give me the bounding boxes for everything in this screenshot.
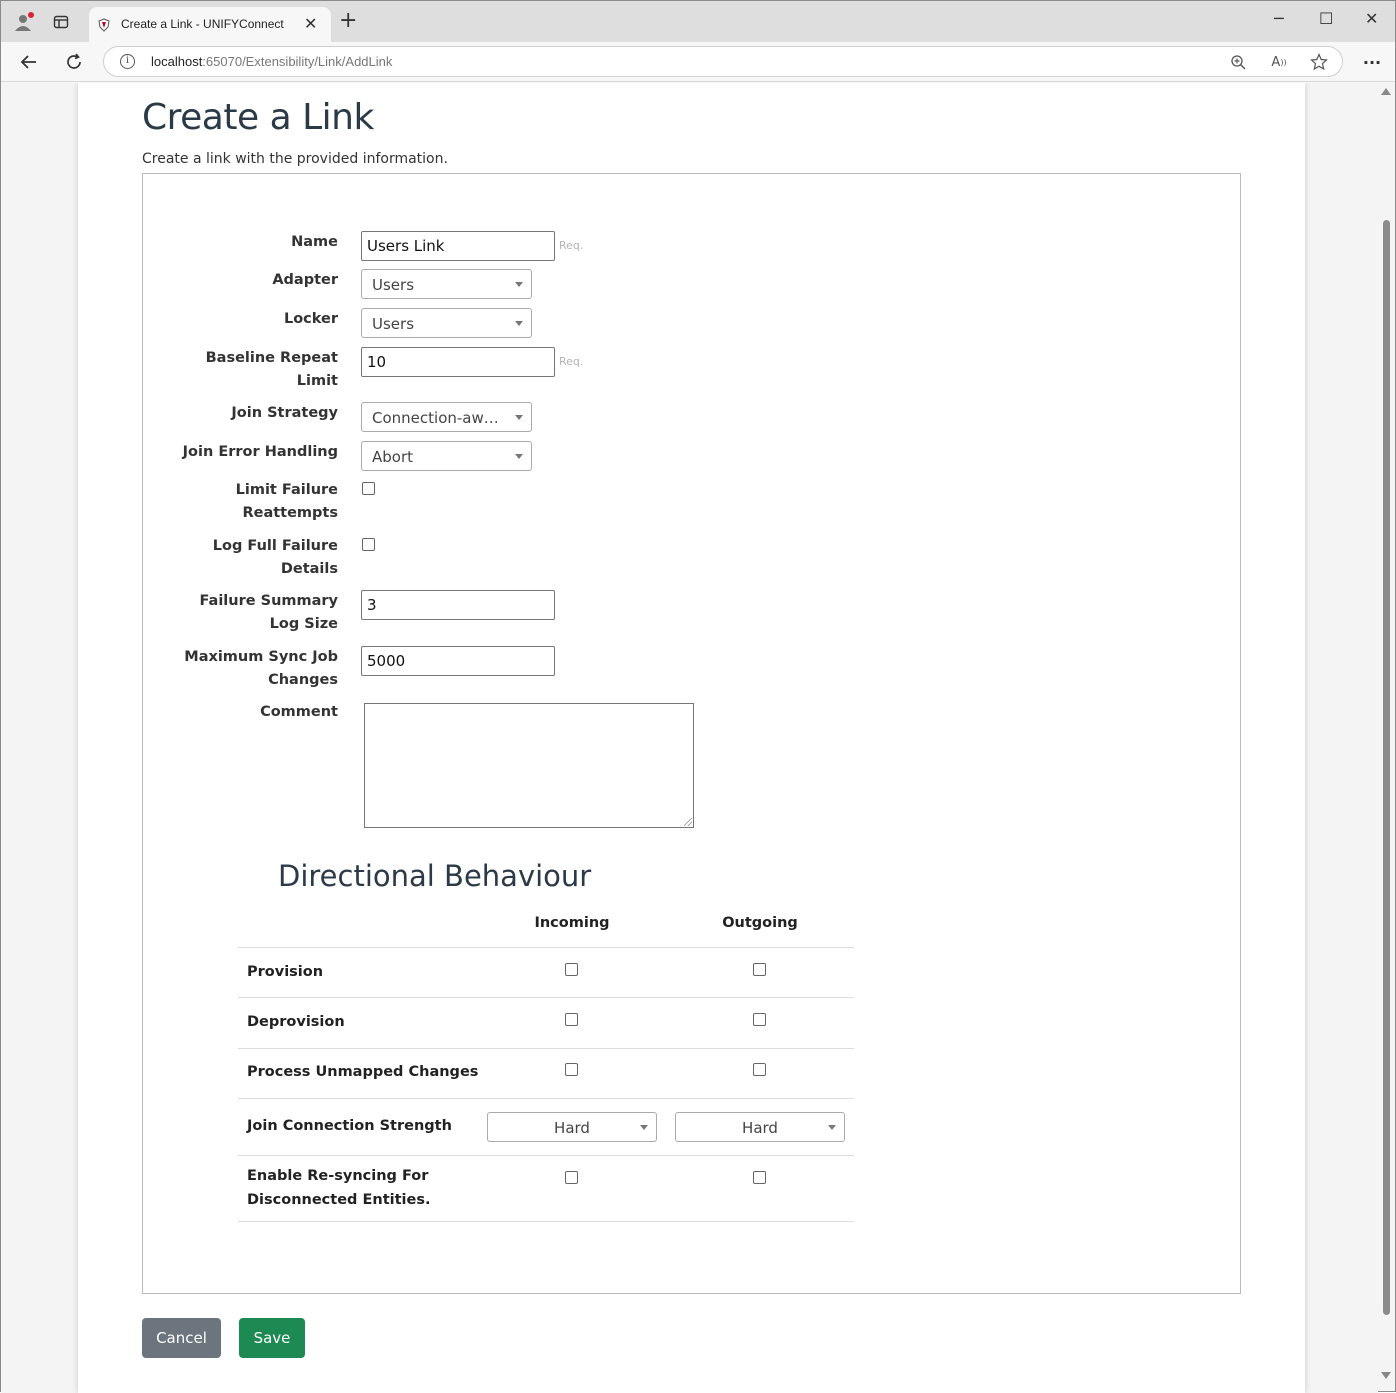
browser-window: Create a Link - UNIFYConnect ✕ + ─ ☐ ✕ i…: [0, 0, 1396, 1393]
failure-summary-log-size-input[interactable]: 3: [361, 590, 555, 620]
name-input[interactable]: Users Link: [361, 231, 555, 261]
tab-close-icon[interactable]: ✕: [304, 14, 317, 33]
chevron-down-icon: [515, 282, 523, 287]
minimize-icon[interactable]: ─: [1274, 9, 1284, 28]
deprovision-outgoing-checkbox[interactable]: [753, 1013, 766, 1026]
join-strategy-select-value: Connection-awar...: [372, 409, 507, 427]
name-required-hint: Req.: [559, 239, 584, 252]
chevron-down-icon: [515, 321, 523, 326]
chevron-down-icon: [828, 1125, 836, 1130]
limit-failure-reattempts-label: Limit Failure Reattempts: [235, 482, 338, 521]
cancel-button[interactable]: Cancel: [142, 1318, 221, 1358]
join-connection-strength-row-label: Join Connection Strength: [247, 1118, 452, 1134]
join-strength-outgoing-select[interactable]: Hard: [675, 1112, 845, 1142]
reload-icon[interactable]: [64, 52, 84, 72]
max-sync-job-changes-label: Maximum Sync Job Changes: [184, 649, 338, 688]
deprovision-row-label: Deprovision: [247, 1014, 345, 1030]
read-aloud-icon[interactable]: A)): [1270, 54, 1288, 70]
baseline-required-hint: Req.: [559, 355, 584, 368]
unmapped-incoming-checkbox[interactable]: [565, 1063, 578, 1076]
join-strategy-select[interactable]: Connection-awar...: [361, 402, 532, 432]
site-info-icon[interactable]: i: [120, 54, 135, 69]
join-strategy-label: Join Strategy: [231, 405, 338, 421]
tab-bar: Create a Link - UNIFYConnect ✕ + ─ ☐ ✕: [1, 1, 1395, 42]
new-tab-icon[interactable]: +: [339, 10, 357, 32]
adapter-select-value: Users: [372, 276, 415, 294]
baseline-repeat-limit-label: Baseline Repeat Limit: [205, 350, 338, 389]
tab-create-link[interactable]: Create a Link - UNIFYConnect ✕: [89, 7, 331, 42]
tab-actions-icon[interactable]: [53, 14, 69, 30]
favorite-star-icon[interactable]: [1310, 53, 1328, 71]
address-bar[interactable]: i localhost:65070/Extensibility/Link/Add…: [103, 46, 1343, 77]
deprovision-incoming-checkbox[interactable]: [565, 1013, 578, 1026]
maximize-icon[interactable]: ☐: [1319, 9, 1333, 28]
scrollbar-thumb[interactable]: [1383, 220, 1390, 1315]
join-error-handling-select[interactable]: Abort: [361, 441, 532, 471]
chevron-down-icon: [640, 1125, 648, 1130]
unmapped-changes-row-label: Process Unmapped Changes: [247, 1064, 479, 1080]
locker-select[interactable]: Users: [361, 308, 532, 338]
resync-outgoing-checkbox[interactable]: [753, 1171, 766, 1184]
save-button[interactable]: Save: [239, 1318, 305, 1358]
chevron-down-icon: [515, 415, 523, 420]
table-divider: [238, 1098, 854, 1099]
table-divider: [238, 1048, 854, 1049]
name-label: Name: [291, 234, 338, 250]
comment-label: Comment: [260, 704, 338, 720]
directional-behaviour-heading: Directional Behaviour: [278, 859, 592, 893]
join-error-handling-label: Join Error Handling: [182, 444, 338, 460]
join-error-handling-select-value: Abort: [372, 448, 414, 466]
scroll-up-icon[interactable]: [1381, 88, 1391, 95]
scroll-down-icon[interactable]: [1381, 1372, 1391, 1379]
adapter-select[interactable]: Users: [361, 269, 532, 299]
join-strength-incoming-select[interactable]: Hard: [487, 1112, 657, 1142]
tab-title: Create a Link - UNIFYConnect: [121, 17, 284, 31]
log-full-failure-details-label: Log Full Failure Details: [212, 538, 338, 577]
navigation-bar: i localhost:65070/Extensibility/Link/Add…: [1, 42, 1395, 82]
incoming-column-header: Incoming: [534, 915, 610, 931]
table-divider: [238, 1155, 854, 1156]
table-divider: [238, 947, 854, 948]
vertical-scrollbar[interactable]: [1378, 83, 1395, 1391]
url-text: localhost:65070/Extensibility/Link/AddLi…: [151, 54, 393, 69]
adapter-label: Adapter: [272, 272, 338, 288]
provision-incoming-checkbox[interactable]: [565, 963, 578, 976]
locker-label: Locker: [283, 311, 338, 327]
table-divider: [238, 1221, 854, 1222]
max-sync-job-changes-input[interactable]: 5000: [361, 646, 555, 676]
resync-incoming-checkbox[interactable]: [565, 1171, 578, 1184]
resync-row-label: Enable Re-syncing For Disconnected Entiti…: [247, 1168, 431, 1208]
locker-select-value: Users: [372, 315, 415, 333]
baseline-repeat-limit-input[interactable]: 10: [361, 347, 555, 377]
page-subtitle: Create a link with the provided informat…: [142, 151, 448, 167]
resize-grip-icon[interactable]: [684, 818, 692, 826]
site-favicon-icon: [97, 17, 111, 32]
more-menu-icon[interactable]: ···: [1362, 52, 1382, 72]
zoom-icon[interactable]: [1230, 54, 1246, 70]
table-divider: [238, 997, 854, 998]
log-full-failure-details-checkbox[interactable]: [362, 538, 375, 551]
join-strength-outgoing-value: Hard: [742, 1119, 778, 1137]
join-strength-incoming-value: Hard: [554, 1119, 590, 1137]
chevron-down-icon: [515, 454, 523, 459]
outgoing-column-header: Outgoing: [722, 915, 798, 931]
provision-outgoing-checkbox[interactable]: [753, 963, 766, 976]
profile-icon[interactable]: [13, 11, 35, 33]
page-title: Create a Link: [142, 97, 374, 138]
limit-failure-reattempts-checkbox[interactable]: [362, 482, 375, 495]
comment-textarea[interactable]: [364, 703, 694, 828]
unmapped-outgoing-checkbox[interactable]: [753, 1063, 766, 1076]
failure-summary-log-size-label: Failure Summary Log Size: [199, 593, 338, 632]
provision-row-label: Provision: [247, 964, 324, 980]
close-window-icon[interactable]: ✕: [1365, 9, 1378, 28]
back-icon[interactable]: [19, 52, 39, 72]
